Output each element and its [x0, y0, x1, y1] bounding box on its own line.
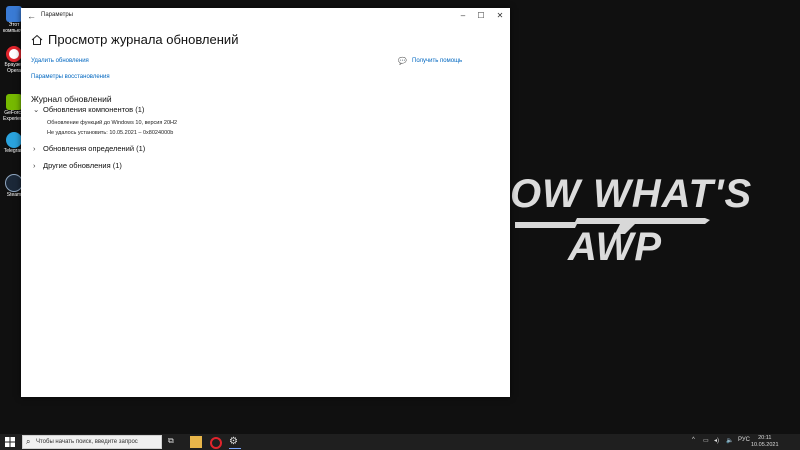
chevron-right-icon: › — [33, 161, 36, 170]
opera-taskbar-icon[interactable] — [210, 437, 222, 449]
back-arrow-icon[interactable]: ← — [27, 11, 36, 21]
chat-help-icon: 💬 — [398, 58, 407, 65]
language-indicator[interactable]: РУС — [738, 437, 750, 443]
task-view-icon[interactable]: ⧉ — [168, 436, 180, 448]
window-titlebar[interactable]: ← Параметры – ☐ ✕ — [21, 8, 510, 24]
group-label: Обновления определений (1) — [43, 144, 146, 153]
page-title: Просмотр журнала обновлений — [48, 32, 239, 47]
settings-taskbar-icon[interactable]: ⚙ — [229, 436, 241, 449]
tray-chevron-icon[interactable]: ^ — [692, 437, 695, 443]
file-explorer-icon[interactable] — [190, 436, 202, 448]
chevron-down-icon: ⌄ — [33, 105, 40, 114]
opera-icon — [6, 46, 22, 62]
taskbar-search-box[interactable]: ⌕ Чтобы начать поиск, введите запрос — [22, 435, 162, 449]
close-button[interactable]: ✕ — [492, 10, 508, 22]
minimize-button[interactable]: – — [455, 10, 471, 22]
get-help-link[interactable]: Получить помощь — [412, 58, 462, 64]
group-other-updates[interactable]: › Другие обновления (1) — [33, 161, 122, 170]
settings-window: ← Параметры – ☐ ✕ Просмотр журнала обнов… — [21, 8, 510, 397]
speaker-icon[interactable]: 🔈 — [726, 437, 733, 444]
remove-updates-link[interactable]: Удалить обновления — [31, 58, 89, 64]
network-icon[interactable]: ▭ — [703, 437, 709, 444]
group-definition-updates[interactable]: › Обновления определений (1) — [33, 144, 145, 153]
group-label: Другие обновления (1) — [43, 161, 122, 170]
maximize-button[interactable]: ☐ — [473, 10, 489, 22]
update-entry-name[interactable]: Обновление функций до Windows 10, версия… — [47, 120, 177, 126]
windows-start-icon[interactable] — [5, 437, 15, 447]
window-title: Параметры — [41, 12, 73, 18]
group-feature-updates[interactable]: ⌄ Обновления компонентов (1) — [33, 105, 144, 114]
search-placeholder: Чтобы начать поиск, введите запрос — [36, 439, 138, 445]
chevron-right-icon: › — [33, 144, 36, 153]
volume-icon[interactable]: ◂) — [714, 437, 719, 444]
search-icon: ⌕ — [26, 437, 31, 446]
computer-icon — [6, 6, 22, 22]
nvidia-icon — [6, 94, 22, 110]
group-label: Обновления компонентов (1) — [43, 105, 145, 114]
taskbar-clock[interactable]: 20:11 10.05.2021 — [751, 435, 779, 449]
wallpaper-text-line2: AWP — [568, 225, 663, 269]
home-icon[interactable] — [31, 34, 43, 46]
clock-date: 10.05.2021 — [751, 442, 779, 448]
taskbar: ⌕ Чтобы начать поиск, введите запрос ⧉ ⚙… — [0, 434, 800, 450]
recovery-options-link[interactable]: Параметры восстановления — [31, 74, 110, 80]
update-history-heading: Журнал обновлений — [31, 94, 112, 104]
update-entry-status: Не удалось установить: 10.05.2021 – 0x80… — [47, 130, 174, 136]
clock-time: 20:11 — [758, 435, 772, 441]
telegram-icon — [6, 132, 22, 148]
